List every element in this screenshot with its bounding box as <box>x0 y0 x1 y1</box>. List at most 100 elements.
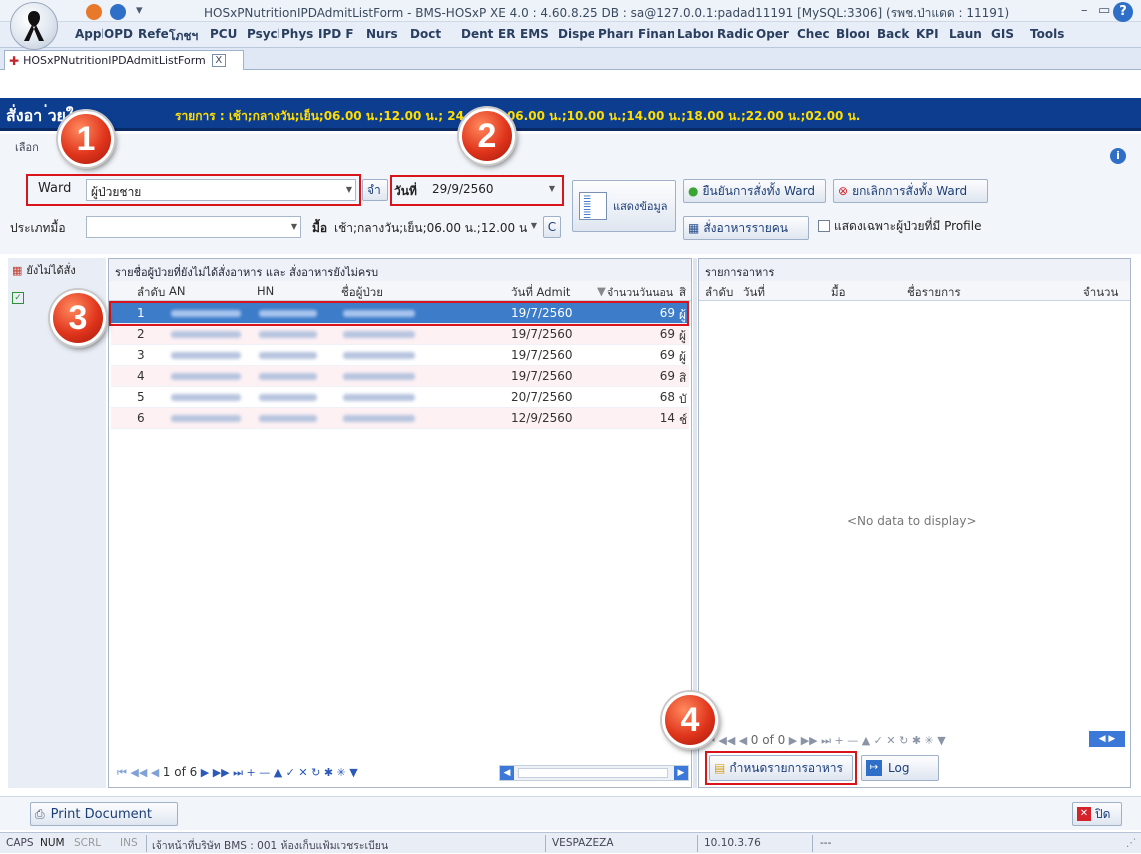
table-row[interactable]: 2 19/7/2560 69 ผู้ <box>111 324 689 345</box>
col-qty[interactable]: จำนวน <box>1083 284 1118 302</box>
lock-icon[interactable] <box>86 4 102 20</box>
callout-badge-2: 2 <box>459 108 515 164</box>
horizontal-scrollbar[interactable]: ◀ ▶ <box>499 765 689 781</box>
col-date[interactable]: วันที่ <box>743 284 765 302</box>
show-data-button[interactable]: ☰ ☰ ☰ แสดงข้อมูล <box>572 180 676 232</box>
menu-tab-24[interactable]: GIS <box>991 27 1026 41</box>
profile-only-checkbox[interactable] <box>818 220 830 232</box>
col-an[interactable]: AN <box>169 284 185 298</box>
menu-tab-5[interactable]: Psycl <box>247 27 279 41</box>
table-row[interactable]: 5 20/7/2560 68 บั <box>111 387 689 408</box>
menu-tab-21[interactable]: Back <box>877 27 912 41</box>
clear-meal-button[interactable]: C <box>543 216 561 238</box>
footer-bar: ⎙ Print Document ✕ ปิด <box>0 796 1141 830</box>
col-item-name[interactable]: ชื่อรายการ <box>907 284 961 302</box>
printer-icon: ⎙ <box>35 806 45 821</box>
tab-close-icon[interactable]: X <box>211 54 226 67</box>
row-admit-date: 19/7/2560 <box>511 327 573 341</box>
menu-tab-11[interactable]: ER <box>498 27 517 41</box>
menu-tab-3[interactable]: โภชฯ <box>169 27 206 46</box>
row-days: 69 <box>659 348 675 362</box>
menu-tab-1[interactable]: OPD <box>104 27 135 41</box>
close-button[interactable]: ✕ ปิด <box>1072 802 1122 826</box>
menu-tab-6[interactable]: Physi <box>281 27 314 41</box>
menu-tab-17[interactable]: Radic <box>717 27 753 41</box>
app-orb-button[interactable] <box>10 2 58 50</box>
menu-tab-10[interactable]: Dent <box>461 27 494 41</box>
col-days[interactable]: จำนวนวันนอน <box>607 284 673 301</box>
host-name: VESPAZEZA <box>552 837 614 849</box>
patients-navigator[interactable]: ⏮ ◀◀ ◀ 1 of 6 ▶ ▶▶ ⏭ + — ▲ ✓ ✕ ↻ ✱ ✳ ▼ <box>117 765 358 780</box>
food-navigator[interactable]: ⏮ ◀◀ ◀ 0 of 0 ▶ ▶▶ ⏭ + — ▲ ✓ ✕ ↻ ✱ ✳ ▼ <box>705 733 946 748</box>
menu-tab-22[interactable]: KPI <box>916 27 945 41</box>
help-icon[interactable]: ? <box>1113 2 1133 22</box>
col-admit-date[interactable]: วันที่ Admit <box>511 284 570 302</box>
nav-next-last-icons[interactable]: ▶ ▶▶ ⏭ + — ▲ ✓ ✕ ↻ ✱ ✳ ▼ <box>201 766 358 779</box>
menu-tab-20[interactable]: Blooı <box>836 27 872 41</box>
divider <box>545 835 546 852</box>
resize-grip-icon[interactable]: ⋰ <box>1126 837 1137 849</box>
filter-icon[interactable]: ▼ <box>597 284 606 298</box>
meal-type-label: ประเภทมื้อ <box>10 221 66 235</box>
remember-button[interactable]: จำ <box>362 179 388 201</box>
row-no: 4 <box>137 369 145 383</box>
confirm-ward-label: ยืนยันการสั่งทั้ง Ward <box>702 183 815 198</box>
maximize-icon[interactable]: ▭ <box>1098 3 1110 18</box>
col-no[interactable]: ลำดับ <box>705 284 733 302</box>
menu-tab-14[interactable]: Pharı <box>598 27 635 41</box>
table-row[interactable]: 3 19/7/2560 69 ผู้ <box>111 345 689 366</box>
menu-tab-7[interactable]: IPD F <box>318 27 362 41</box>
log-button[interactable]: ↦ Log <box>861 755 939 781</box>
options-label: เลือก <box>15 141 39 154</box>
menu-tab-13[interactable]: Dispe <box>558 27 594 41</box>
menu-tab-0[interactable]: Appli <box>75 27 103 41</box>
info-icon[interactable]: i <box>1110 148 1126 164</box>
table-row[interactable]: 6 12/9/2560 14 ช์ <box>111 408 689 429</box>
scroll-left-icon[interactable]: ◀ <box>500 766 514 780</box>
meal-type-select[interactable]: ▼ <box>86 216 301 238</box>
col-no[interactable]: ลำดับ <box>137 284 165 302</box>
order-per-patient-button[interactable]: ▦ สั่งอาหารรายคน <box>683 216 809 240</box>
nav-first-prev-icons[interactable]: ⏮ ◀◀ ◀ <box>117 766 163 779</box>
divider <box>146 835 147 852</box>
menu-tab-4[interactable]: PCU <box>210 27 243 41</box>
menu-tab-9[interactable]: Doct <box>410 27 457 41</box>
food-scroll-arrows-icon[interactable]: ◀ ▶ <box>1089 731 1125 747</box>
ins-indicator: INS <box>120 837 138 849</box>
col-name[interactable]: ชื่อผู้ป่วย <box>341 284 383 302</box>
scroll-right-icon[interactable]: ▶ <box>674 766 688 780</box>
meal-label: มื้อ <box>312 221 328 235</box>
menu-tab-23[interactable]: Laun <box>949 27 986 41</box>
minimize-icon[interactable]: – <box>1081 3 1088 18</box>
menu-tab-8[interactable]: Nurs <box>366 27 407 41</box>
calendar-icon: ▦ <box>12 263 23 277</box>
table-row[interactable]: 4 19/7/2560 69 สิ <box>111 366 689 387</box>
scroll-thumb[interactable] <box>518 768 668 778</box>
menu-tab-19[interactable]: Chec <box>797 27 833 41</box>
redacted-text <box>259 394 317 401</box>
cancel-ward-label: ยกเลิกการสั่งทั้ง Ward <box>852 183 968 198</box>
col-hn[interactable]: HN <box>257 284 274 298</box>
title-bar: ▾ HOSxPNutritionIPDAdmitListForm - BMS-H… <box>0 0 1141 22</box>
cancel-ward-button[interactable]: ⊗ ยกเลิกการสั่งทั้ง Ward <box>833 179 988 203</box>
redacted-text <box>343 415 415 422</box>
home-icon[interactable] <box>110 4 126 20</box>
menu-tab-2[interactable]: Refe <box>138 27 168 41</box>
print-document-button[interactable]: ⎙ Print Document <box>30 802 178 826</box>
sidebar-item-not-ordered[interactable]: ▦ ยังไม่ได้สั่ง <box>12 258 106 282</box>
menu-tab-25[interactable]: Tools <box>1030 27 1066 41</box>
menu-tab-16[interactable]: Laboı <box>677 27 713 41</box>
menu-tab-15[interactable]: Finan <box>638 27 674 41</box>
callout-badge-3: 3 <box>50 290 106 346</box>
no-data-message: <No data to display> <box>847 514 977 528</box>
menu-tab-12[interactable]: EMS <box>520 27 554 41</box>
nav-next-last-icons[interactable]: ▶ ▶▶ ⏭ + — ▲ ✓ ✕ ↻ ✱ ✳ ▼ <box>789 734 946 747</box>
quick-access-dropdown-icon[interactable]: ▾ <box>136 3 143 18</box>
col-extra[interactable]: สิ <box>679 284 686 302</box>
tab-nutrition-form[interactable]: ✚ HOSxPNutritionIPDAdmitListForm X <box>4 50 244 70</box>
menu-tab-18[interactable]: Oper <box>756 27 792 41</box>
list-icon: ☰ ☰ ☰ <box>579 192 607 221</box>
confirm-ward-button[interactable]: ● ยืนยันการสั่งทั้ง Ward <box>683 179 826 203</box>
meal-select[interactable]: เช้า;กลางวัน;เย็น;06.00 น.;12.00 น ▼ <box>330 216 540 238</box>
col-meal[interactable]: มื้อ <box>831 284 846 302</box>
